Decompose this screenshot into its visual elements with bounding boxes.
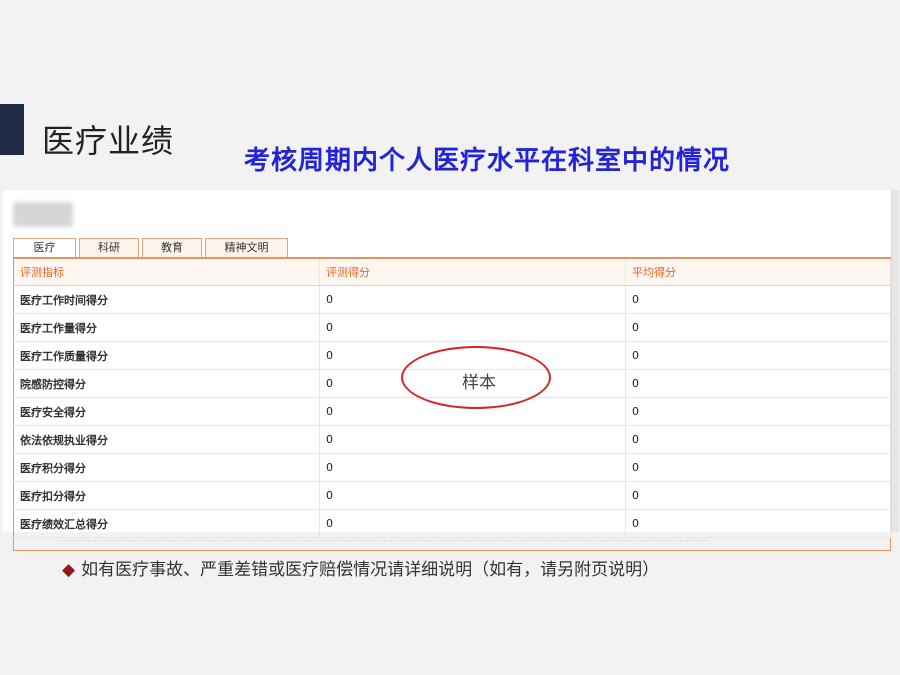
score-cell: 0 [319, 453, 626, 482]
sample-stamp-label: 样本 [462, 373, 496, 393]
average-cell: 0 [625, 453, 891, 482]
table-header-row: 评测指标 评测得分 平均得分 [13, 258, 891, 286]
average-cell: 0 [625, 397, 891, 426]
note-line: ◆ 如有医疗事故、严重差错或医疗赔偿情况请详细说明（如有，请另附页说明） [62, 555, 659, 580]
divider [58, 540, 708, 541]
blurred-user-info [13, 202, 73, 227]
tab-spiritual-civilization[interactable]: 精神文明 [205, 238, 288, 257]
table-row: 医疗绩效汇总得分 0 0 [13, 509, 891, 538]
average-cell: 0 [625, 285, 891, 314]
indicator-cell: 院感防控得分 [13, 369, 320, 398]
table-row: 医疗工作时间得分 0 0 [13, 285, 891, 314]
table-row: 医疗工作量得分 0 0 [13, 313, 891, 342]
score-cell: 0 [319, 481, 626, 510]
table-row: 依法依规执业得分 0 0 [13, 425, 891, 454]
indicator-cell: 医疗积分得分 [13, 453, 320, 482]
indicator-cell: 医疗工作质量得分 [13, 341, 320, 370]
column-header-average: 平均得分 [625, 258, 891, 286]
average-cell: 0 [625, 313, 891, 342]
slide-title: 医疗业绩 [42, 122, 175, 160]
table-row: 医疗积分得分 0 0 [13, 453, 891, 482]
average-cell: 0 [625, 369, 891, 398]
indicator-cell: 医疗工作量得分 [13, 313, 320, 342]
score-cell: 0 [319, 509, 626, 538]
column-header-score: 评测得分 [319, 258, 626, 286]
indicator-cell: 医疗工作时间得分 [13, 285, 320, 314]
title-accent-bar [0, 104, 24, 155]
table-row: 医疗扣分得分 0 0 [13, 481, 891, 510]
indicator-cell: 依法依规执业得分 [13, 425, 320, 454]
average-cell: 0 [625, 425, 891, 454]
average-cell: 0 [625, 341, 891, 370]
slide-subtitle: 考核周期内个人医疗水平在科室中的情况 [244, 146, 731, 176]
column-header-indicator: 评测指标 [13, 258, 320, 286]
indicator-cell: 医疗安全得分 [13, 397, 320, 426]
score-cell: 0 [319, 313, 626, 342]
score-cell: 0 [319, 285, 626, 314]
panel-scrollbar[interactable] [891, 190, 899, 532]
average-cell: 0 [625, 481, 891, 510]
diamond-bullet-icon: ◆ [62, 560, 76, 580]
tab-research[interactable]: 科研 [79, 238, 139, 257]
indicator-cell: 医疗扣分得分 [13, 481, 320, 510]
average-cell: 0 [625, 509, 891, 538]
tab-medical[interactable]: 医疗 [13, 238, 76, 258]
note-text: 如有医疗事故、严重差错或医疗赔偿情况请详细说明（如有，请另附页说明） [81, 560, 660, 580]
score-cell: 0 [319, 425, 626, 454]
tab-education[interactable]: 教育 [142, 238, 202, 257]
tab-bar: 医疗 科研 教育 精神文明 [13, 238, 291, 258]
indicator-cell: 医疗绩效汇总得分 [13, 509, 320, 538]
